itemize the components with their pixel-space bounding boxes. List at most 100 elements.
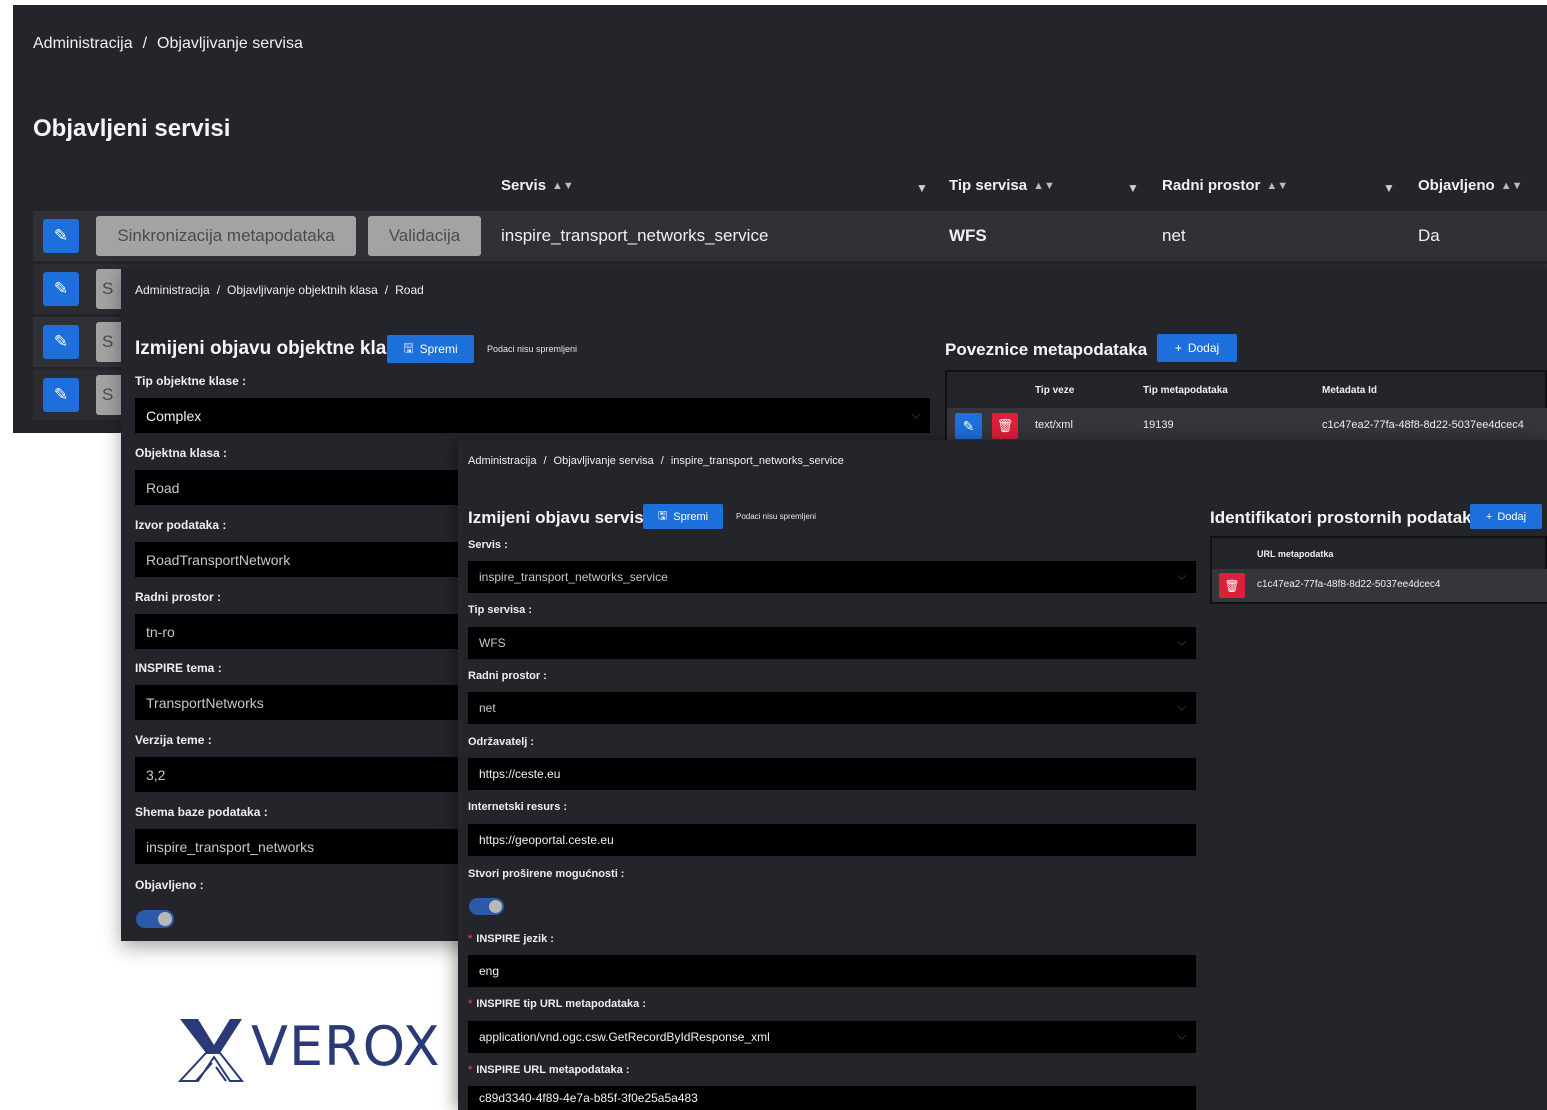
field-label: Stvori proširene mogućnosti : bbox=[468, 868, 625, 880]
table-row[interactable]: ✎ 🗑 text/xml 19139 c1c47ea2-77fa-48f8-8d… bbox=[947, 408, 1547, 444]
add-metadata-link-button[interactable]: + Dodaj bbox=[1157, 334, 1237, 362]
page-title: Objavljeni servisi bbox=[33, 115, 231, 142]
trash-icon: 🗑 bbox=[1224, 578, 1240, 593]
metadata-type-cell: 19139 bbox=[1143, 419, 1174, 431]
link-type-cell: text/xml bbox=[1035, 419, 1073, 431]
chevron-down-icon: ⌵ bbox=[1177, 570, 1186, 583]
chevron-down-icon: ⌵ bbox=[911, 409, 920, 421]
sort-icon: ▲▼ bbox=[1033, 180, 1055, 193]
sync-metadata-button[interactable]: Sinkronizacija metapodataka bbox=[96, 216, 356, 256]
published-cell: Da bbox=[1418, 226, 1440, 245]
published-toggle[interactable] bbox=[136, 910, 174, 928]
feature-class-input[interactable]: Road bbox=[135, 470, 458, 505]
trash-icon: 🗑 bbox=[996, 418, 1014, 433]
metadata-url-input[interactable]: c89d3340-4f89-4e7a-b85f-3f0e25a5a483 bbox=[468, 1086, 1196, 1110]
field-label: INSPIRE tema : bbox=[135, 661, 222, 675]
sort-icon: ▲▼ bbox=[1266, 180, 1289, 193]
filter-icon[interactable]: ▼ bbox=[1127, 181, 1139, 195]
field-label: Izvor podataka : bbox=[135, 518, 227, 532]
pencil-icon: ✎ bbox=[53, 332, 69, 351]
workspace-cell: net bbox=[1162, 226, 1186, 245]
extended-capabilities-toggle[interactable] bbox=[469, 898, 504, 915]
add-spatial-identifier-button[interactable]: + Dodaj bbox=[1470, 504, 1542, 529]
delete-button[interactable]: 🗑 bbox=[992, 413, 1018, 439]
service-select[interactable]: inspire_transport_networks_service ⌵ bbox=[468, 561, 1196, 593]
chevron-down-icon: ⌵ bbox=[1177, 636, 1186, 649]
service-cell: inspire_transport_networks_service bbox=[501, 226, 769, 245]
breadcrumb: Administracija / Objavljivanje objektnih k… bbox=[135, 283, 424, 297]
metadata-url-type-select[interactable]: application/vnd.ogc.csw.GetRecordByIdRes… bbox=[468, 1021, 1196, 1053]
breadcrumb-link-administration[interactable]: Administracija bbox=[468, 455, 536, 467]
column-header-published[interactable]: Objavljeno ▲▼ bbox=[1418, 177, 1522, 194]
breadcrumb-link-services[interactable]: Objavljivanje servisa bbox=[554, 455, 654, 467]
save-icon: 🖫 bbox=[657, 510, 668, 522]
breadcrumb: Administracija / Objavljivanje servisa / ins… bbox=[468, 455, 844, 467]
unsaved-status: Podaci nisu spremljeni bbox=[736, 512, 817, 521]
column-header: Tip veze bbox=[1035, 385, 1075, 396]
inspire-theme-input[interactable]: TransportNetworks bbox=[135, 685, 458, 720]
field-label: Tip objektne klase : bbox=[135, 374, 247, 388]
table-row[interactable]: 🗑 c1c47ea2-77fa-48f8-8d22-5037ee4dcec4 bbox=[1212, 569, 1547, 602]
column-header: Metadata Id bbox=[1322, 385, 1378, 396]
metadata-url-cell: c1c47ea2-77fa-48f8-8d22-5037ee4dcec4 bbox=[1257, 579, 1441, 590]
delete-button[interactable]: 🗑 bbox=[1219, 573, 1245, 598]
save-button[interactable]: 🖫 Spremi bbox=[643, 504, 723, 529]
field-label: Radni prostor : bbox=[135, 590, 221, 604]
filter-icon[interactable]: ▼ bbox=[1383, 181, 1395, 195]
column-header-type[interactable]: Tip servisa ▲▼ bbox=[949, 177, 1055, 194]
data-source-input[interactable]: RoadTransportNetwork bbox=[135, 542, 458, 577]
column-header: Tip metapodataka bbox=[1143, 385, 1228, 396]
field-label: Tip servisa : bbox=[468, 604, 532, 616]
verox-mark-icon bbox=[177, 1019, 245, 1082]
validate-button[interactable]: Validacija bbox=[368, 216, 481, 256]
field-label: Servis : bbox=[468, 539, 508, 551]
spatial-identifiers-title: Identifikatori prostornih podataka bbox=[1210, 508, 1482, 527]
save-button[interactable]: 🖫 Spremi bbox=[387, 335, 474, 363]
workspace-input[interactable]: tn-ro bbox=[135, 614, 458, 649]
breadcrumb-link-feature-classes[interactable]: Objavljivanje objektnih klasa bbox=[227, 283, 378, 297]
field-label: Verzija teme : bbox=[135, 733, 212, 747]
service-type-select[interactable]: WFS ⌵ bbox=[468, 627, 1196, 659]
filter-icon[interactable]: ▼ bbox=[916, 181, 928, 195]
edit-button[interactable]: ✎ bbox=[43, 325, 79, 359]
logo-text: VEROX bbox=[251, 1015, 441, 1078]
breadcrumb: Administracija / Objavljivanje servisa bbox=[33, 35, 303, 52]
inspire-language-input[interactable]: eng bbox=[468, 955, 1196, 987]
db-schema-input[interactable]: inspire_transport_networks bbox=[135, 829, 458, 864]
edit-button[interactable]: ✎ bbox=[43, 378, 79, 412]
verox-logo: VEROX bbox=[176, 1015, 456, 1085]
breadcrumb-current: Objavljivanje servisa bbox=[157, 35, 303, 52]
workspace-select[interactable]: net ⌵ bbox=[468, 692, 1196, 724]
edit-button[interactable]: ✎ bbox=[955, 413, 982, 439]
save-icon: 🖫 bbox=[403, 340, 414, 355]
chevron-down-icon: ⌵ bbox=[1177, 1030, 1186, 1043]
edit-button[interactable]: ✎ bbox=[43, 272, 79, 306]
breadcrumb-link-administration[interactable]: Administracija bbox=[33, 35, 133, 52]
pencil-icon: ✎ bbox=[962, 417, 975, 434]
feature-class-type-select[interactable]: Complex ⌵ bbox=[135, 398, 930, 433]
field-label: Objavljeno : bbox=[135, 878, 204, 892]
field-label: Radni prostor : bbox=[468, 670, 547, 682]
internet-resource-input[interactable]: https://geoportal.ceste.eu bbox=[468, 824, 1196, 856]
metadata-links-title: Poveznice metapodataka bbox=[945, 340, 1148, 359]
sort-icon: ▲▼ bbox=[552, 180, 574, 193]
plus-icon: + bbox=[1485, 510, 1493, 523]
field-label: * INSPIRE jezik : bbox=[468, 933, 554, 945]
field-label: Internetski resurs : bbox=[468, 801, 568, 813]
breadcrumb-link-administration[interactable]: Administracija bbox=[135, 283, 210, 297]
unsaved-status: Podaci nisu spremljeni bbox=[487, 344, 578, 354]
breadcrumb-current: Road bbox=[395, 283, 424, 297]
column-header-workspace[interactable]: Radni prostor ▲▼ bbox=[1162, 177, 1288, 194]
table-row[interactable]: ✎ Sinkronizacija metapodataka Validacija… bbox=[33, 211, 1547, 261]
field-label: * INSPIRE URL metapodataka : bbox=[468, 1064, 630, 1076]
type-cell: WFS bbox=[949, 226, 987, 245]
column-header: URL metapodatka bbox=[1257, 549, 1334, 559]
plus-icon: + bbox=[1174, 341, 1182, 355]
pencil-icon: ✎ bbox=[53, 279, 69, 298]
field-label: Shema baze podataka : bbox=[135, 805, 268, 819]
edit-button[interactable]: ✎ bbox=[43, 219, 79, 253]
maintainer-input[interactable]: https://ceste.eu bbox=[468, 758, 1196, 790]
column-header-service[interactable]: Servis ▲▼ bbox=[501, 177, 574, 194]
theme-version-input[interactable]: 3,2 bbox=[135, 757, 458, 792]
page-title: Izmijeni objavu servisa bbox=[468, 508, 654, 527]
